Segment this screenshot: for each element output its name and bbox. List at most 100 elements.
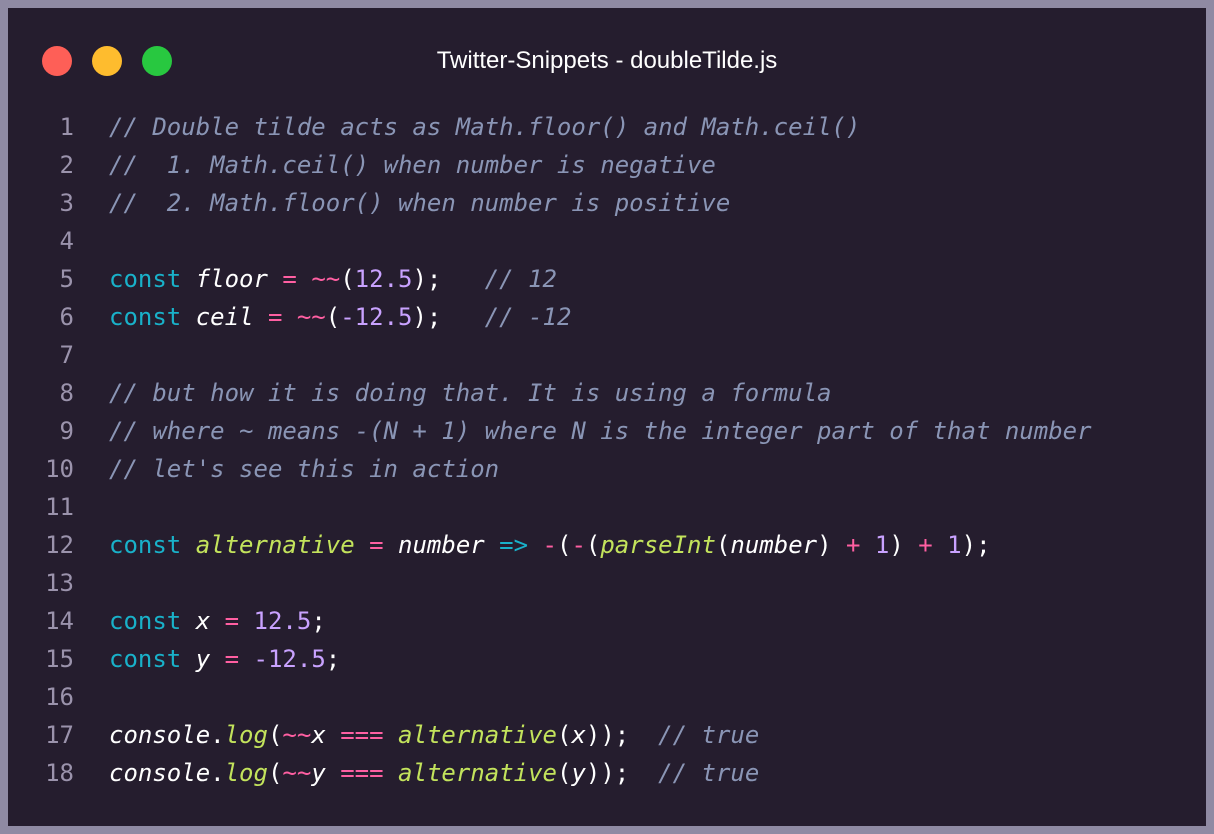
code-token: = — [267, 303, 283, 331]
code-token: ( — [556, 531, 572, 559]
code-token: + — [918, 531, 933, 559]
code-token: . — [210, 721, 225, 749]
code-token: ); — [412, 265, 485, 293]
code-token: alternative — [398, 759, 557, 787]
code-token: // let's see this in action — [109, 455, 500, 483]
code-token: . — [210, 759, 225, 787]
code-token: // where ~ means -(N + 1) where N is the… — [109, 417, 1092, 445]
line-number: 17 — [45, 721, 74, 749]
code-token: -12.5 — [340, 303, 413, 331]
code-token: // but how it is doing that. It is using… — [109, 379, 832, 407]
line-number: 13 — [45, 569, 74, 597]
code-token: === — [340, 721, 384, 749]
line-number: 10 — [45, 455, 74, 483]
code-token: const — [109, 265, 182, 293]
code-token: - — [571, 531, 586, 559]
code-token: log — [224, 759, 268, 787]
code-token: ( — [325, 303, 341, 331]
code-text: const x = 12.5; — [109, 602, 326, 640]
code-token: + — [846, 531, 861, 559]
code-text: const floor = ~~(12.5); // 12 — [109, 260, 557, 298]
code-token: ; — [311, 607, 326, 635]
code-text: // where ~ means -(N + 1) where N is the… — [109, 412, 1092, 450]
line-number: 18 — [45, 759, 74, 787]
code-token: ~~ — [282, 721, 312, 749]
code-line: 18 console.log(~~y === alternative(y)); /… — [8, 754, 1206, 792]
code-token: = — [224, 645, 240, 673]
code-token: // true — [658, 721, 760, 749]
code-token: ( — [715, 531, 731, 559]
code-token: ~~ — [282, 759, 312, 787]
code-token: ( — [557, 721, 572, 749]
code-token: x — [571, 721, 586, 749]
line-number: 14 — [45, 607, 74, 635]
code-token: y — [571, 759, 586, 787]
code-editor[interactable]: 1 // Double tilde acts as Math.floor() an… — [8, 108, 1206, 792]
code-token: ~~ — [311, 265, 341, 293]
code-line: 1 // Double tilde acts as Math.floor() an… — [8, 108, 1206, 146]
line-number: 12 — [45, 531, 74, 559]
code-text: const ceil = ~~(-12.5); // -12 — [109, 298, 571, 336]
line-number: 2 — [59, 151, 74, 179]
code-token: ); — [412, 303, 485, 331]
line-number: 15 — [45, 645, 74, 673]
line-number: 9 — [59, 417, 74, 445]
code-token: ( — [585, 531, 601, 559]
code-token: 12.5 — [253, 607, 312, 635]
code-token: => — [499, 531, 529, 559]
code-line: 10 // let's see this in action — [8, 450, 1206, 488]
code-token: 12.5 — [354, 265, 413, 293]
code-token: // -12 — [484, 303, 572, 331]
code-line: 17 console.log(~~x === alternative(x)); /… — [8, 716, 1206, 754]
code-token: // 1. Math.ceil() when number is negativ… — [109, 151, 716, 179]
code-line: 7 — [8, 336, 1206, 374]
code-token: = — [369, 531, 384, 559]
code-line: 3 // 2. Math.floor() when number is posit… — [8, 184, 1206, 222]
code-token: floor — [195, 265, 268, 293]
code-token: parseInt — [600, 531, 716, 559]
code-token: ceil — [195, 303, 254, 331]
code-token: const — [109, 531, 182, 559]
code-text: const y = -12.5; — [109, 640, 340, 678]
line-number: 7 — [59, 341, 74, 369]
code-line: 13 — [8, 564, 1206, 602]
code-text: // but how it is doing that. It is using… — [109, 374, 831, 412]
code-token: // 2. Math.floor() when number is positi… — [109, 189, 731, 217]
code-line: 12 const alternative = number => -(-(pars… — [8, 526, 1206, 564]
code-text: console.log(~~y === alternative(y)); // … — [109, 754, 759, 792]
line-number: 16 — [45, 683, 74, 711]
code-token: // Double tilde acts as Math.floor() and… — [109, 113, 861, 141]
code-token: console — [109, 759, 211, 787]
code-line: 5 const floor = ~~(12.5); // 12 — [8, 260, 1206, 298]
code-token: number — [398, 531, 485, 559]
code-token: 1 — [947, 531, 962, 559]
line-number: 5 — [59, 265, 74, 293]
code-token: x — [311, 721, 326, 749]
code-token: y — [311, 759, 326, 787]
code-text: console.log(~~x === alternative(x)); // … — [109, 716, 759, 754]
code-token: ( — [267, 759, 283, 787]
code-line: 9 // where ~ means -(N + 1) where N is th… — [8, 412, 1206, 450]
line-number: 3 — [59, 189, 74, 217]
line-number: 4 — [59, 227, 74, 255]
code-token: )); — [585, 759, 659, 787]
code-token: ); — [961, 531, 991, 559]
code-line: 16 — [8, 678, 1206, 716]
code-token: // 12 — [484, 265, 557, 293]
